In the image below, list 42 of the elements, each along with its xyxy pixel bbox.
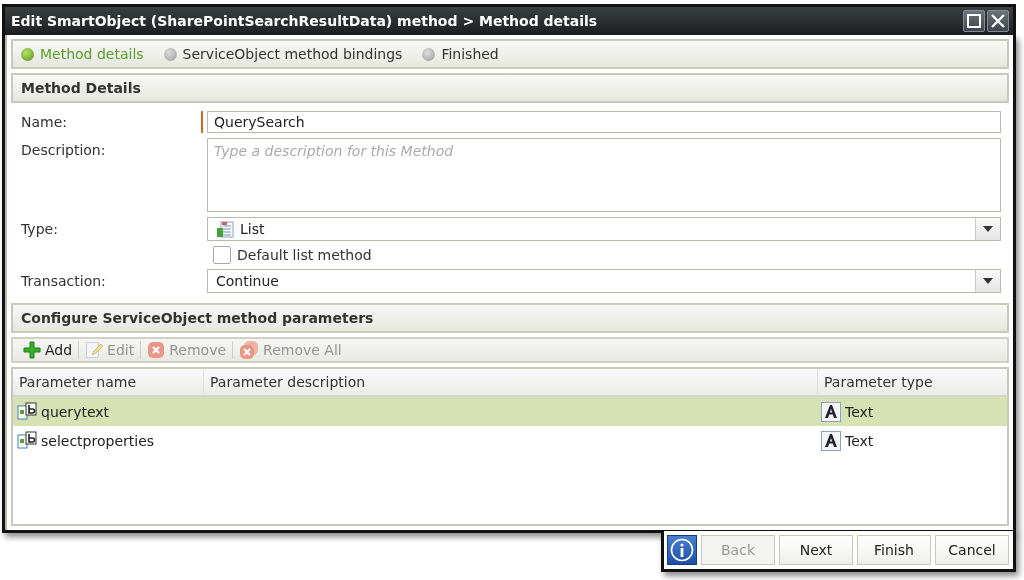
remove-all-icon bbox=[239, 340, 260, 360]
table-cell: selectproperties bbox=[41, 432, 155, 449]
text-type-icon bbox=[821, 430, 841, 451]
caret-icon bbox=[983, 278, 993, 284]
column-header: Parameter description bbox=[203, 370, 817, 394]
column-header: Parameter type bbox=[817, 370, 1007, 394]
maximize-button[interactable] bbox=[963, 10, 985, 32]
pencil-icon bbox=[85, 341, 104, 359]
wizard-step[interactable]: Finished bbox=[422, 46, 499, 62]
wizard-button[interactable]: Next bbox=[779, 535, 853, 565]
field-label: Description: bbox=[21, 141, 107, 158]
list-icon bbox=[216, 220, 234, 238]
default-list-checkbox[interactable]: Default list method bbox=[213, 246, 372, 264]
plus-icon bbox=[23, 341, 41, 359]
text-type-icon bbox=[821, 401, 841, 422]
required-marker bbox=[201, 111, 203, 133]
wizard-step[interactable]: ServiceObject method bindings bbox=[163, 46, 403, 62]
window-title: Edit SmartObject (SharePointSearchResultData) method > Method details bbox=[11, 13, 599, 29]
section-title: Method Details bbox=[21, 80, 141, 96]
field-label: Type: bbox=[21, 221, 59, 237]
table-cell: Text bbox=[845, 403, 874, 420]
table-row[interactable]: querytext Text bbox=[13, 397, 1007, 426]
toolbar-button[interactable]: Add bbox=[17, 341, 79, 359]
section-title: Configure ServiceObject method parameters bbox=[21, 310, 374, 326]
wizard-button[interactable]: Cancel bbox=[935, 535, 1009, 565]
table-cell: querytext bbox=[41, 403, 110, 420]
transaction-dropdown[interactable]: Continue bbox=[207, 269, 1001, 293]
name-field[interactable]: QuerySearch bbox=[207, 111, 1001, 133]
column-header: Parameter name bbox=[18, 373, 137, 392]
field-label: Transaction: bbox=[21, 273, 107, 289]
description-field[interactable]: Type a description for this Method bbox=[207, 138, 1001, 212]
parameter-icon bbox=[17, 401, 37, 422]
wizard-button[interactable]: Finish bbox=[857, 535, 931, 565]
info-button[interactable] bbox=[667, 535, 697, 565]
caret-icon bbox=[983, 226, 993, 232]
table-cell: Text bbox=[845, 432, 874, 449]
close-button[interactable] bbox=[987, 10, 1009, 32]
remove-icon bbox=[147, 341, 166, 359]
field-label: Name: bbox=[21, 114, 69, 130]
table-row[interactable]: selectproperties Text bbox=[13, 426, 1007, 455]
parameter-icon bbox=[17, 430, 37, 451]
type-dropdown[interactable]: List bbox=[207, 217, 1001, 241]
